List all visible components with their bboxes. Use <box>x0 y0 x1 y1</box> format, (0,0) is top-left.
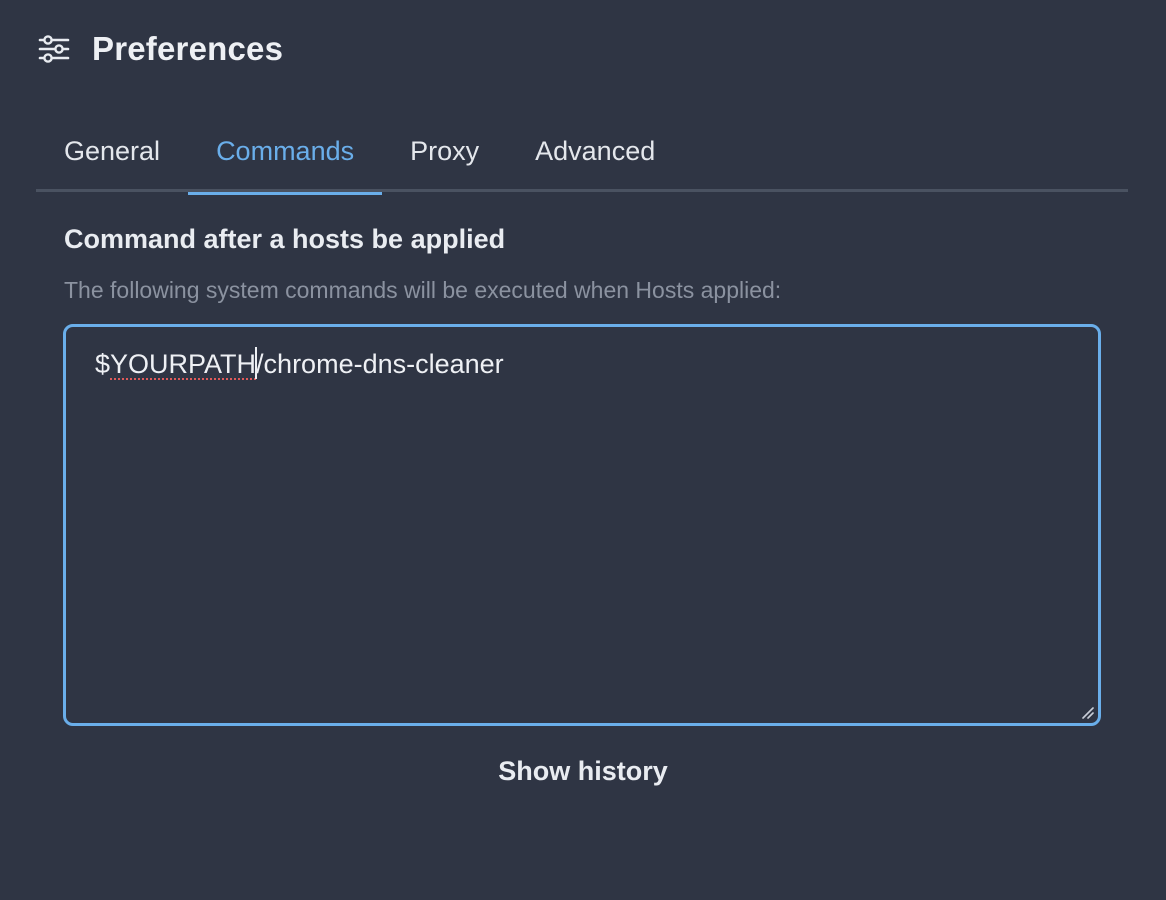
show-history-row: Show history <box>0 756 1166 787</box>
tab-commands[interactable]: Commands <box>188 118 383 195</box>
section-description: The following system commands will be ex… <box>64 277 782 303</box>
misspelled-word: YOURPATH <box>110 349 257 379</box>
dialog-header: Preferences <box>38 26 283 72</box>
tab-advanced[interactable]: Advanced <box>507 118 683 192</box>
command-text[interactable]: $YOURPATH/chrome-dns-cleaner <box>95 347 504 380</box>
tab-proxy[interactable]: Proxy <box>382 118 507 192</box>
tab-bar: General Commands Proxy Advanced <box>36 118 1128 195</box>
command-editor[interactable]: $YOURPATH/chrome-dns-cleaner <box>63 324 1101 726</box>
tab-general[interactable]: General <box>36 118 188 192</box>
section-title: Command after a hosts be applied <box>64 224 506 254</box>
resize-handle-icon[interactable] <box>1080 705 1094 719</box>
command-suffix: /chrome-dns-cleaner <box>256 349 504 379</box>
preferences-dialog: Preferences General Commands Proxy Advan… <box>0 0 1166 900</box>
show-history-button[interactable]: Show history <box>498 756 668 786</box>
command-prefix: $ <box>95 349 111 379</box>
sliders-icon <box>38 33 70 65</box>
page-title: Preferences <box>92 30 284 67</box>
